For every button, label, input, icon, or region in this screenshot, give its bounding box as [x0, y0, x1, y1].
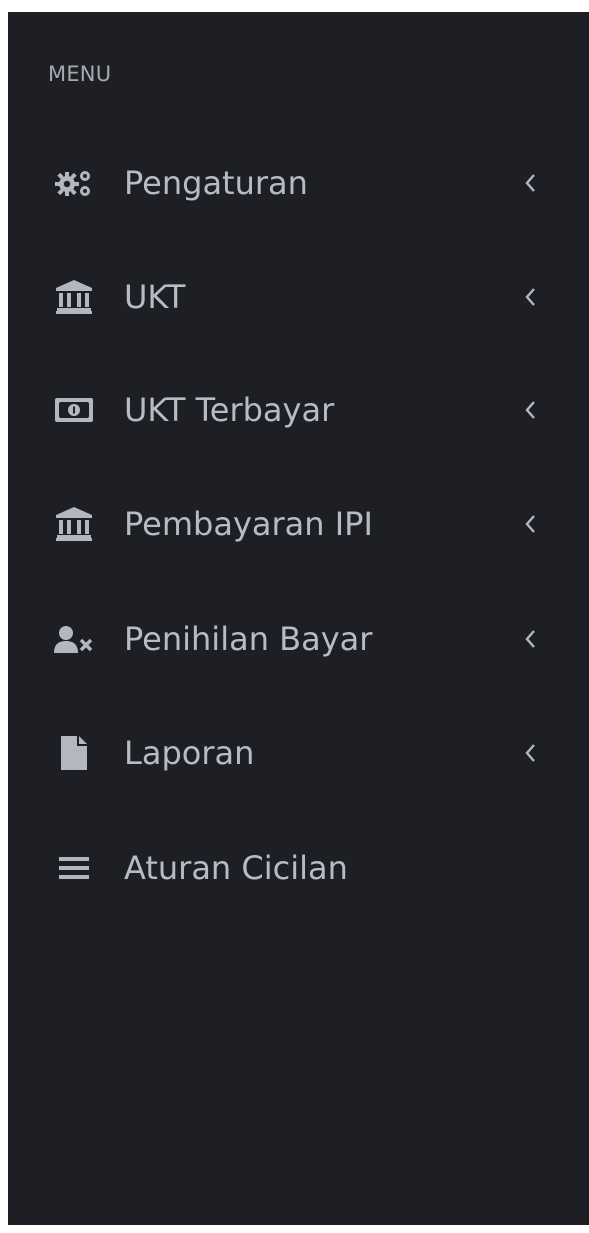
sidebar-item-ukt[interactable]: UKT [8, 257, 589, 337]
chevron-left-icon [520, 171, 540, 195]
sidebar: MENU Pengaturan UKT UKT Terbayar Pembaya… [8, 12, 589, 1225]
bank-icon [52, 502, 96, 546]
sidebar-item-pengaturan[interactable]: Pengaturan [8, 143, 589, 223]
chevron-left-icon [520, 627, 540, 651]
sidebar-item-label: Penihilan Bayar [124, 620, 373, 658]
menu-heading: MENU [48, 62, 112, 86]
sidebar-item-pembayaran-ipi[interactable]: Pembayaran IPI [8, 484, 589, 564]
sidebar-item-laporan[interactable]: Laporan [8, 713, 589, 793]
user-times-icon [52, 617, 96, 661]
sidebar-item-label: Pembayaran IPI [124, 505, 373, 543]
chevron-left-icon [520, 741, 540, 765]
chevron-left-icon [520, 285, 540, 309]
sidebar-item-label: UKT Terbayar [124, 391, 335, 429]
sidebar-item-aturan-cicilan[interactable]: Aturan Cicilan [8, 828, 589, 908]
money-bill-icon [52, 388, 96, 432]
gears-icon [52, 161, 96, 205]
sidebar-item-label: Laporan [124, 734, 255, 772]
bars-icon [52, 846, 96, 890]
sidebar-item-ukt-terbayar[interactable]: UKT Terbayar [8, 370, 589, 450]
file-icon [52, 731, 96, 775]
chevron-left-icon [520, 512, 540, 536]
bank-icon [52, 275, 96, 319]
sidebar-item-label: UKT [124, 278, 186, 316]
sidebar-item-label: Aturan Cicilan [124, 849, 348, 887]
chevron-left-icon [520, 398, 540, 422]
sidebar-item-penihilan-bayar[interactable]: Penihilan Bayar [8, 599, 589, 679]
sidebar-item-label: Pengaturan [124, 164, 308, 202]
